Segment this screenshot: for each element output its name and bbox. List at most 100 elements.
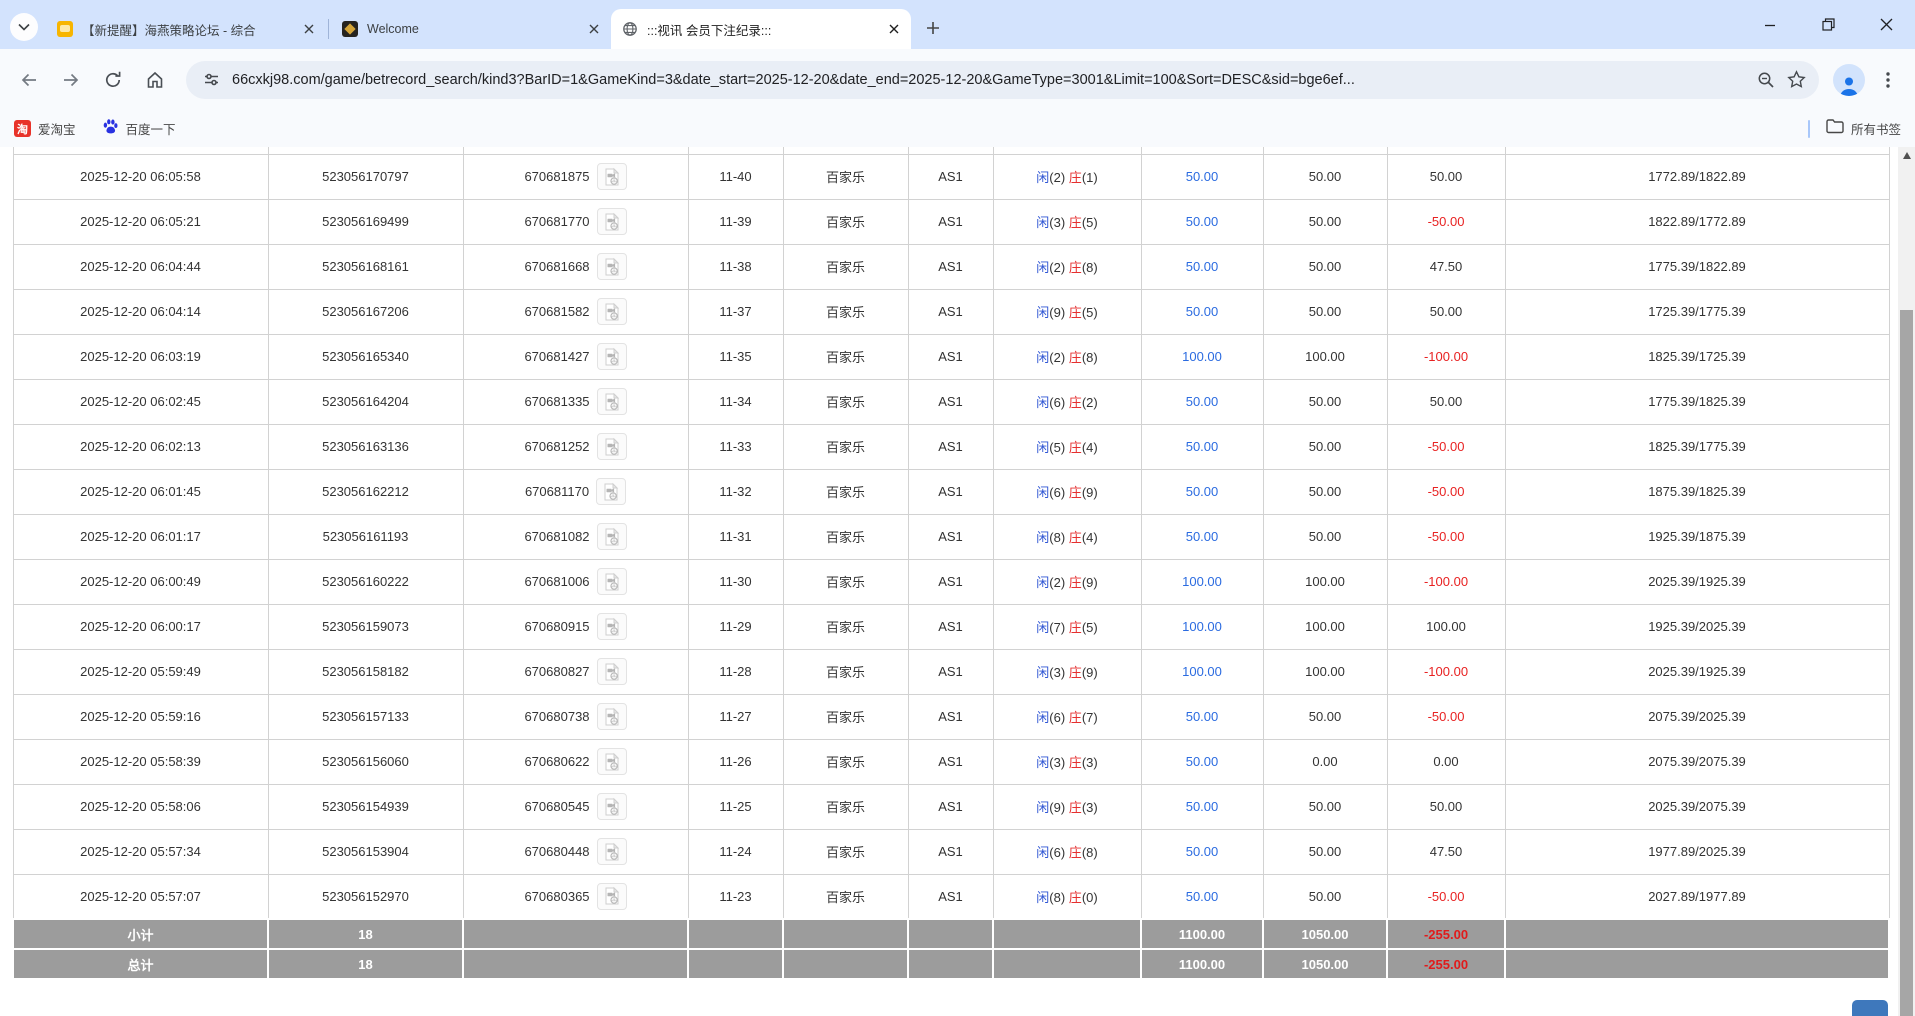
cell-win-loss: -50.00 [1387,469,1505,514]
cell-bet-detail: 闲(2) 庄(9) [993,559,1141,604]
restore-button[interactable] [1799,0,1857,49]
cell-game-type: 百家乐 [783,559,908,604]
game-number: 670681252 [524,439,589,454]
cell-table-name: AS1 [908,244,993,289]
back-button[interactable] [12,63,46,97]
cell-table-name: AS1 [908,154,993,199]
video-replay-button[interactable] [597,253,627,280]
url-text[interactable]: 66cxkj98.com/game/betrecord_search/kind3… [232,72,1751,88]
player-label: 闲 [1036,890,1049,905]
video-replay-button[interactable] [597,793,627,820]
video-replay-icon [602,707,622,727]
video-replay-button[interactable] [597,343,627,370]
reload-button[interactable] [96,63,130,97]
video-replay-button[interactable] [597,298,627,325]
cell-win-loss: -50.00 [1387,514,1505,559]
browser-menu-button[interactable] [1873,65,1903,95]
video-replay-button[interactable] [597,568,627,595]
bookmark-taobao[interactable]: 淘 爱淘宝 [14,119,76,138]
tab-forum[interactable]: 【新提醒】海燕策略论坛 - 综合 [46,9,326,49]
cell-win-loss: -50.00 [1387,874,1505,919]
cell-balance: 1825.39/1725.39 [1505,334,1889,379]
video-replay-button[interactable] [596,478,626,505]
cell-round: 11-33 [688,424,783,469]
cell-time: 2025-12-20 06:05:21 [13,199,268,244]
cell-game-id: 670680738 [463,694,688,739]
minimize-button[interactable] [1741,0,1799,49]
zoom-icon[interactable] [1751,65,1781,95]
back-to-top-button[interactable] [1852,1000,1888,1016]
tab-welcome[interactable]: Welcome [331,9,611,49]
cell-bet-id: 523056170797 [268,154,463,199]
page-scrollbar[interactable] [1898,147,1915,1016]
address-bar[interactable]: 66cxkj98.com/game/betrecord_search/kind3… [186,61,1819,99]
video-replay-button[interactable] [597,838,627,865]
cell-bet-amount: 100.00 [1141,604,1263,649]
video-replay-button[interactable] [597,703,627,730]
cell-time: 2025-12-20 06:00:49 [13,559,268,604]
table-row: 2025-12-20 06:00:17523056159073670680915… [13,604,1889,649]
new-tab-button[interactable] [919,14,947,42]
cell-win-loss: -100.00 [1387,334,1505,379]
cell-game-id: 670681335 [463,379,688,424]
summary-win-loss: -255.00 [1387,949,1505,979]
tab-close-icon[interactable] [585,20,603,38]
cell-bet-detail: 闲(3) 庄(3) [993,739,1141,784]
video-replay-icon [602,886,622,906]
tab-strip: 【新提醒】海燕策略论坛 - 综合 Welcome :::视讯 会员下注纪录::: [0,0,1915,49]
cell-valid-amount: 50.00 [1263,874,1387,919]
tab-title: Welcome [367,22,579,36]
video-replay-button[interactable] [597,163,627,190]
cell-bet-amount: 50.00 [1141,154,1263,199]
close-button[interactable] [1857,0,1915,49]
cell-balance: 1775.39/1825.39 [1505,379,1889,424]
cell-bet-amount: 50.00 [1141,874,1263,919]
tab-bet-records[interactable]: :::视讯 会员下注纪录::: [611,9,911,49]
video-replay-button[interactable] [597,433,627,460]
cell-valid-amount: 50.00 [1263,514,1387,559]
video-replay-button[interactable] [597,658,627,685]
cell-round: 11-29 [688,604,783,649]
video-replay-button[interactable] [597,613,627,640]
video-replay-button[interactable] [597,388,627,415]
all-bookmarks-button[interactable]: 所有书签 [1826,119,1901,139]
game-number: 670680738 [524,709,589,724]
video-replay-button[interactable] [597,523,627,550]
cell-time: 2025-12-20 05:58:06 [13,784,268,829]
cell-bet-id: 523056156060 [268,739,463,784]
bookmark-star-icon[interactable] [1781,65,1811,95]
cell-round: 11-40 [688,154,783,199]
tab-close-icon[interactable] [885,20,903,38]
forward-button[interactable] [54,63,88,97]
cell-time: 2025-12-20 06:01:17 [13,514,268,559]
kebab-menu-icon [1886,72,1890,88]
scroll-up-arrow[interactable] [1898,147,1915,164]
cell-game-id: 670680915 [463,604,688,649]
cell-win-loss: 50.00 [1387,784,1505,829]
banker-label: 庄 [1069,485,1082,500]
cell-table-name: AS1 [908,379,993,424]
home-button[interactable] [138,63,172,97]
scrollbar-thumb[interactable] [1900,310,1913,1016]
cell-table-name: AS1 [908,559,993,604]
tab-search-button[interactable] [10,13,38,41]
tab-close-icon[interactable] [300,20,318,38]
cell-bet-amount: 50.00 [1141,199,1263,244]
cell-game-id: 670680448 [463,829,688,874]
cell-bet-amount: 50.00 [1141,514,1263,559]
video-replay-icon [602,347,622,367]
cell-balance: 2027.89/1977.89 [1505,874,1889,919]
player-label: 闲 [1036,485,1049,500]
cell-empty [1505,147,1889,154]
cell-empty [783,147,908,154]
profile-avatar[interactable] [1833,64,1865,96]
video-replay-button[interactable] [597,883,627,910]
cell-balance: 1775.39/1822.89 [1505,244,1889,289]
cell-win-loss: 0.00 [1387,739,1505,784]
site-info-icon[interactable] [198,67,224,93]
video-replay-button[interactable] [597,748,627,775]
bookmark-baidu[interactable]: 百度一下 [102,118,176,140]
cell-time: 2025-12-20 06:02:13 [13,424,268,469]
summary-row: 小计181100.001050.00-255.00 [13,919,1889,949]
video-replay-button[interactable] [597,208,627,235]
